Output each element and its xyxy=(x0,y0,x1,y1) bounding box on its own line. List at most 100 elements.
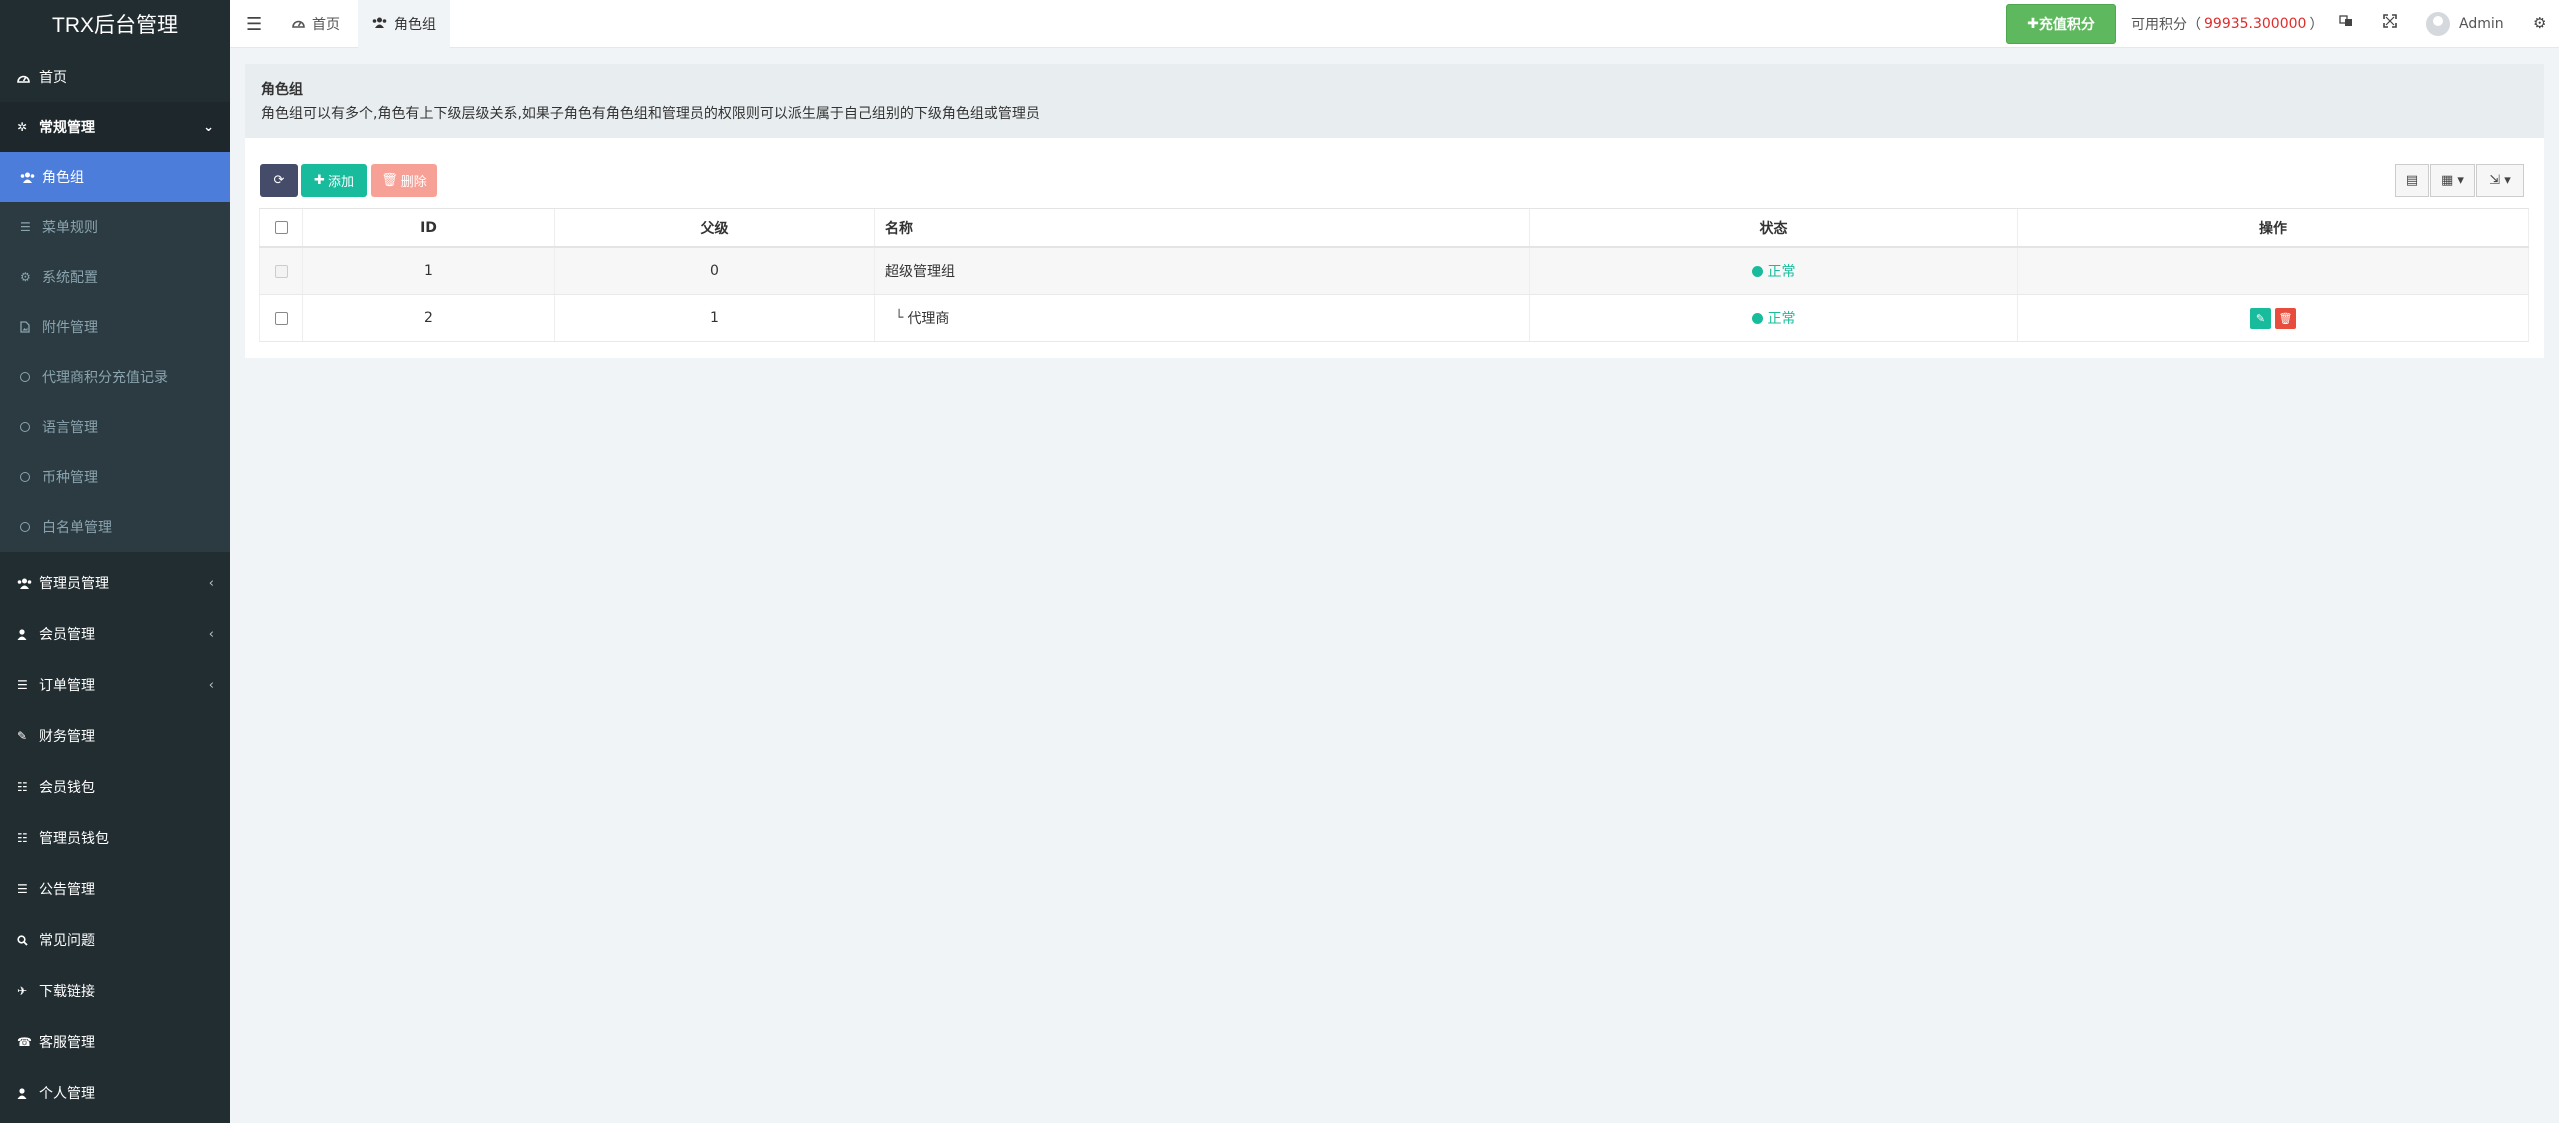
columns-icon: ▦ ▾ xyxy=(2441,173,2464,188)
sidebar-item-label: 常规管理 xyxy=(39,120,95,136)
user-icon xyxy=(17,628,39,640)
cell-operations: ✎ 🗑 xyxy=(2018,295,2529,341)
refresh-button[interactable]: ⟳ xyxy=(260,164,298,197)
sidebar-item-currencies[interactable]: 币种管理 xyxy=(0,452,230,502)
table-row[interactable]: 1 0 超级管理组 正常 xyxy=(259,248,2529,295)
sidebar-item-label: 代理商积分充值记录 xyxy=(42,370,168,386)
sidebar-item-order-management[interactable]: ☰ 订单管理 ‹ xyxy=(0,660,230,710)
recharge-points-button[interactable]: ✚ 充值积分 xyxy=(2006,4,2116,44)
phone-square-icon: ☎ xyxy=(17,1035,32,1049)
row-checkbox[interactable] xyxy=(274,311,288,325)
column-header-status[interactable]: 状态 xyxy=(1530,209,2018,246)
fullscreen-icon[interactable] xyxy=(2383,14,2397,32)
sidebar: TRX后台管理 首页 ✲ 常规管理 ⌄ 角色组 ☰ 菜单规则 ⚙ 系统配置 附件… xyxy=(0,0,230,1123)
sidebar-item-faq[interactable]: 常见问题 xyxy=(0,915,230,965)
list-icon: ☰ xyxy=(17,882,28,896)
sidebar-item-languages[interactable]: 语言管理 xyxy=(0,402,230,452)
role-name: 超级管理组 xyxy=(885,264,955,280)
available-points: 可用积分（ 99935.300000 ） xyxy=(2131,0,2323,48)
row-checkbox-cell xyxy=(259,295,303,341)
sidebar-item-menu-rules[interactable]: ☰ 菜单规则 xyxy=(0,202,230,252)
cell-status: 正常 xyxy=(1530,248,2018,294)
role-name: 代理商 xyxy=(907,311,950,327)
sidebar-item-label: 会员管理 xyxy=(39,627,95,643)
user-name[interactable]: Admin xyxy=(2459,0,2504,48)
chevron-left-icon: ‹ xyxy=(208,575,214,591)
sidebar-item-role-group[interactable]: 角色组 xyxy=(0,152,230,202)
cell-id: 1 xyxy=(303,248,555,294)
app-logo[interactable]: TRX后台管理 xyxy=(0,0,230,48)
sidebar-item-member-management[interactable]: 会员管理 ‹ xyxy=(0,609,230,659)
plus-icon: ✚ xyxy=(314,173,325,188)
tab-role-group[interactable]: 角色组 xyxy=(358,0,450,48)
sidebar-item-label: 财务管理 xyxy=(39,729,95,745)
sidebar-item-announcements[interactable]: ☰ 公告管理 xyxy=(0,864,230,914)
cogs-icon[interactable]: ⚙ xyxy=(2533,14,2546,32)
avatar[interactable] xyxy=(2426,12,2450,36)
sidebar-item-label: 个人管理 xyxy=(39,1086,95,1102)
sidebar-item-member-wallet[interactable]: ☷ 会员钱包 xyxy=(0,762,230,812)
sidebar-item-customer-service[interactable]: ☎ 客服管理 xyxy=(0,1017,230,1067)
delete-row-button[interactable]: 🗑 xyxy=(2275,307,2296,329)
sidebar-item-label: 管理员钱包 xyxy=(39,831,109,847)
sidebar-item-finance[interactable]: ✎ 财务管理 xyxy=(0,711,230,761)
sidebar-item-admin-wallet[interactable]: ☷ 管理员钱包 xyxy=(0,813,230,863)
cog-icon: ⚙ xyxy=(20,270,31,284)
table-row[interactable]: 2 1 └ 代理商 正常 ✎ 🗑 xyxy=(259,295,2529,342)
dashboard-icon xyxy=(292,17,305,32)
column-header-parent[interactable]: 父级 xyxy=(555,209,875,246)
circle-o-icon xyxy=(20,522,42,532)
toggle-view-button[interactable]: ▤ xyxy=(2395,164,2429,197)
user-icon xyxy=(17,1087,39,1099)
trash-icon: 🗑 xyxy=(381,173,398,188)
sidebar-item-system-config[interactable]: ⚙ 系统配置 xyxy=(0,252,230,302)
cell-parent: 0 xyxy=(555,248,875,294)
circle-o-icon xyxy=(20,372,42,382)
list-alt-icon: ☷ xyxy=(17,780,28,794)
cell-id: 2 xyxy=(303,295,555,341)
tab-label: 首页 xyxy=(312,17,340,33)
export-icon: ⇲ ▾ xyxy=(2489,173,2511,188)
trash-icon: 🗑 xyxy=(2278,311,2293,325)
sidebar-item-home[interactable]: 首页 xyxy=(0,52,230,102)
status-dot-icon xyxy=(1751,265,1763,277)
sidebar-item-label: 会员钱包 xyxy=(39,780,95,796)
sidebar-item-whitelist[interactable]: 白名单管理 xyxy=(0,502,230,552)
sidebar-item-label: 公告管理 xyxy=(39,882,95,898)
column-header-id[interactable]: ID xyxy=(303,209,555,246)
sidebar-item-label: 菜单规则 xyxy=(42,220,98,236)
plane-icon: ✈ xyxy=(17,984,28,998)
language-icon[interactable] xyxy=(2339,14,2353,32)
sidebar-item-attachments[interactable]: 附件管理 xyxy=(0,302,230,352)
row-checkbox-cell xyxy=(259,248,303,294)
sidebar-item-general[interactable]: ✲ 常规管理 ⌄ xyxy=(0,102,230,152)
top-navbar: ☰ 首页 角色组 ✚ 充值积分 可用积分（ 99935.300000 ） Admi… xyxy=(230,0,2559,48)
table-icon: ▤ xyxy=(2405,173,2419,188)
menu-toggle-icon[interactable]: ☰ xyxy=(246,14,262,35)
select-all-checkbox[interactable] xyxy=(274,221,288,234)
add-button[interactable]: ✚ 添加 xyxy=(301,164,367,197)
panel-heading: 角色组 角色组可以有多个,角色有上下级层级关系,如果子角色有角色组和管理员的权限… xyxy=(245,64,2544,138)
sidebar-item-download-links[interactable]: ✈ 下载链接 xyxy=(0,966,230,1016)
list-alt-icon: ☷ xyxy=(17,831,28,845)
tab-home[interactable]: 首页 xyxy=(278,0,354,48)
sidebar-item-label: 订单管理 xyxy=(39,678,95,694)
columns-button[interactable]: ▦ ▾ xyxy=(2430,164,2475,197)
cell-operations xyxy=(2018,248,2529,294)
page-title: 角色组 xyxy=(261,82,303,98)
sidebar-item-personal[interactable]: 个人管理 xyxy=(0,1068,230,1118)
delete-label: 删除 xyxy=(400,175,427,190)
tab-label: 角色组 xyxy=(394,17,436,33)
status-text: 正常 xyxy=(1767,311,1796,327)
delete-button[interactable]: 🗑 删除 xyxy=(371,164,437,197)
column-header-name[interactable]: 名称 xyxy=(875,209,1530,246)
export-button[interactable]: ⇲ ▾ xyxy=(2476,164,2524,197)
sidebar-item-agent-recharge-records[interactable]: 代理商积分充值记录 xyxy=(0,352,230,402)
status-badge: 正常 xyxy=(1751,308,1796,328)
edit-button[interactable]: ✎ xyxy=(2250,307,2271,329)
list-icon: ☰ xyxy=(17,678,28,692)
chevron-down-icon: ⌄ xyxy=(203,119,214,135)
edit-icon: ✎ xyxy=(17,729,28,743)
pencil-icon: ✎ xyxy=(2255,311,2266,325)
sidebar-item-admin-management[interactable]: 管理员管理 ‹ xyxy=(0,558,230,608)
